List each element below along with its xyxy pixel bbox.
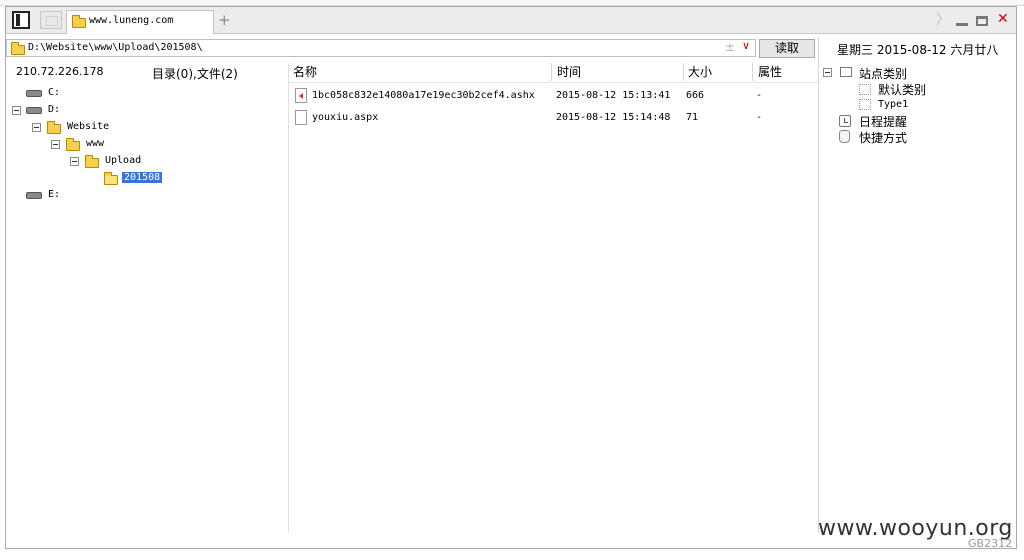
hand-icon	[839, 130, 850, 143]
file-attr: -	[756, 112, 763, 123]
maximize-icon[interactable]	[976, 16, 988, 26]
date-display: 星期三 2015-08-12 六月廿八	[837, 43, 999, 57]
tree-label: www	[86, 138, 105, 149]
read-button[interactable]: 读取	[759, 39, 815, 58]
tree-label: D:	[48, 104, 61, 115]
tree-label: 日程提醒	[859, 115, 908, 129]
address-field[interactable]: D:\Website\www\Upload\201508\ ± ∨	[6, 39, 756, 57]
tab-label: www.luneng.com	[89, 15, 174, 26]
clock-icon	[839, 115, 851, 127]
file-name: youxiu.aspx	[312, 112, 379, 123]
collapse-icon[interactable]	[32, 123, 41, 132]
folder-icon	[85, 155, 99, 168]
category-item-icon	[859, 84, 871, 95]
column-divider[interactable]	[683, 63, 684, 81]
file-attr: -	[756, 90, 763, 101]
collapse-icon[interactable]	[823, 68, 832, 77]
minimize-icon[interactable]	[956, 23, 968, 26]
file-name: 1bc058c832e14080a17e19ec30b2cef4.ashx	[312, 90, 535, 101]
column-divider[interactable]	[752, 63, 753, 81]
tree-label: 默认类别	[878, 83, 927, 97]
file-size: 71	[686, 112, 699, 123]
folder-icon	[72, 15, 86, 28]
drive-icon	[26, 192, 42, 199]
tab-luneng[interactable]: www.luneng.com	[66, 10, 214, 34]
collapse-icon[interactable]	[12, 106, 21, 115]
title-bar: www.luneng.com + 〉 ✕	[6, 7, 1016, 34]
column-divider[interactable]	[551, 63, 552, 81]
header-divider	[289, 82, 818, 83]
plus-minus-icon[interactable]: ±	[725, 40, 735, 54]
drive-icon	[26, 107, 42, 114]
tree-label: E:	[48, 189, 61, 200]
folder-icon	[66, 138, 80, 151]
dir-file-count: 目录(0),文件(2)	[152, 67, 238, 81]
tree-label: 快捷方式	[859, 131, 908, 145]
collapse-icon[interactable]	[51, 140, 60, 149]
tree-label: Type1	[878, 99, 909, 110]
panel-toggle-icon[interactable]	[12, 11, 30, 29]
server-ip: 210.72.226.178	[16, 65, 104, 78]
file-icon	[295, 110, 307, 125]
right-panel-divider[interactable]	[818, 37, 819, 533]
new-tab-button[interactable]: +	[218, 11, 231, 29]
forward-icon[interactable]: 〉	[936, 12, 950, 28]
file-time: 2015-08-12 15:14:48	[556, 112, 671, 123]
address-path: D:\Website\www\Upload\201508\	[28, 42, 203, 53]
column-header-time[interactable]: 时间	[557, 63, 581, 81]
folder-icon	[11, 42, 25, 55]
file-time: 2015-08-12 15:13:41	[556, 90, 671, 101]
category-item-icon	[859, 99, 871, 110]
left-panel-divider[interactable]	[288, 63, 289, 533]
drive-icon	[26, 90, 42, 97]
close-icon[interactable]: ✕	[997, 11, 1009, 27]
tree-label: Upload	[105, 155, 142, 166]
collapse-icon[interactable]	[70, 157, 79, 166]
category-icon	[840, 67, 852, 77]
folder-open-icon	[104, 172, 118, 185]
file-row[interactable]: 1bc058c832e14080a17e19ec30b2cef4.ashx 20…	[289, 87, 818, 107]
column-header-size[interactable]: 大小	[688, 63, 712, 81]
encoding-label: GB2312	[968, 537, 1013, 550]
tree-label-selected: 201508	[122, 172, 163, 183]
ashx-file-icon	[295, 88, 307, 103]
column-header-attr[interactable]: 属性	[758, 63, 782, 81]
file-row[interactable]: youxiu.aspx 2015-08-12 15:14:48 71 -	[289, 109, 818, 129]
column-header-name[interactable]: 名称	[293, 63, 317, 81]
file-size: 666	[686, 90, 705, 101]
tree-label: C:	[48, 87, 61, 98]
app-window: www.luneng.com + 〉 ✕ D:\Website\www\Uplo…	[5, 6, 1017, 549]
tree-label: Website	[67, 121, 110, 132]
chevron-down-icon[interactable]: ∨	[742, 39, 750, 52]
tree-label: 站点类别	[859, 67, 908, 81]
blank-tab[interactable]	[40, 11, 62, 29]
folder-icon	[47, 121, 61, 134]
